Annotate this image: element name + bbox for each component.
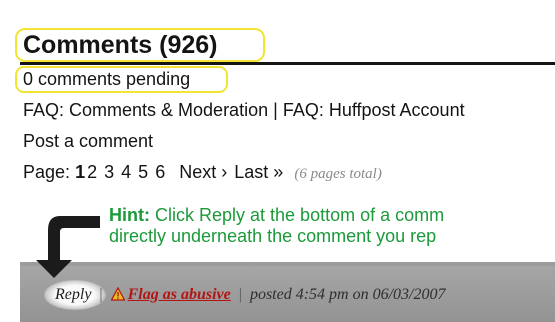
page-link-5[interactable]: 5 [138, 162, 148, 182]
page-link-2[interactable]: 2 [87, 162, 97, 182]
footer-separator-2: | [238, 286, 242, 303]
faq-moderation-link[interactable]: FAQ: Comments & Moderation [23, 100, 268, 120]
hint-line-2: directly underneath the comment you rep [109, 226, 437, 246]
posted-timestamp: posted 4:54 pm on 06/03/2007 [249, 286, 446, 303]
post-comment-row: Post a comment [23, 130, 153, 152]
page-current: 1 [75, 162, 86, 182]
last-page-link[interactable]: Last » [234, 162, 283, 182]
pages-total: (6 pages total) [294, 166, 382, 182]
flag-abusive-link[interactable]: Flag as abusive [128, 286, 231, 303]
title-divider [20, 62, 555, 65]
hint-line-1-text: Click Reply at the bottom of a comm [155, 205, 445, 225]
page-title: Comments (926) [23, 31, 218, 59]
hint-line-1: Hint: Click Reply at the bottom of a com… [109, 205, 444, 226]
page-link-6[interactable]: 6 [155, 162, 165, 182]
pagination: Page: 12 3 4 5 6 Next › Last » (6 pages … [23, 161, 382, 185]
faq-separator: | [273, 100, 278, 120]
comments-pending: 0 comments pending [23, 69, 191, 89]
page-link-4[interactable]: 4 [121, 162, 131, 182]
reply-link[interactable]: Reply [55, 286, 91, 303]
next-page-link[interactable]: Next › [179, 162, 227, 182]
hint-prefix: Hint: [109, 205, 150, 225]
curved-arrow-down-icon [36, 216, 100, 278]
faq-links: FAQ: Comments & Moderation | FAQ: Huffpo… [23, 99, 465, 121]
page-link-3[interactable]: 3 [104, 162, 114, 182]
warning-icon [110, 287, 125, 301]
page-label: Page: [23, 162, 71, 182]
footer-separator: | [99, 286, 103, 303]
hint-text: Hint: Click Reply at the bottom of a com… [109, 205, 444, 247]
faq-account-link[interactable]: FAQ: Huffpost Account [283, 100, 465, 120]
post-comment-link[interactable]: Post a comment [23, 131, 153, 151]
comment-footer: Reply | Flag as abusive | posted 4:54 pm… [55, 285, 446, 305]
